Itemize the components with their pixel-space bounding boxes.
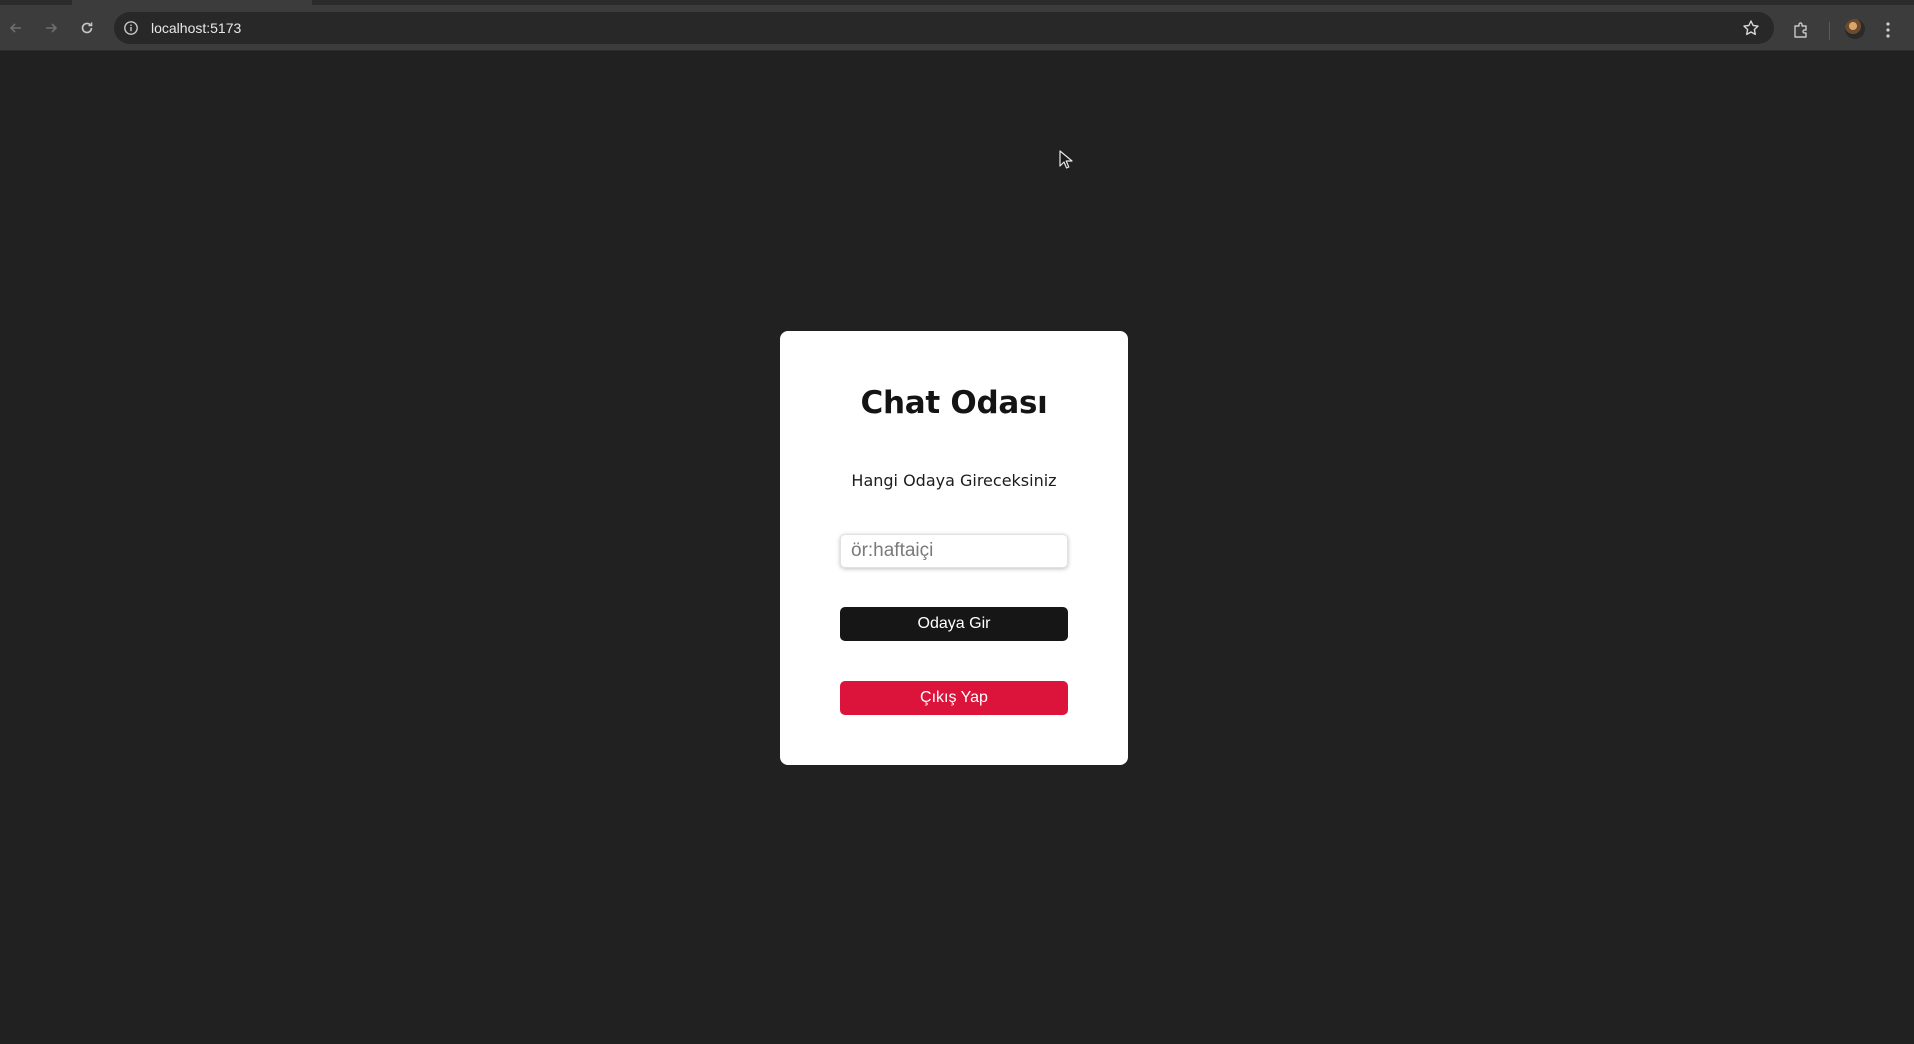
info-icon[interactable]	[123, 20, 139, 36]
url-text[interactable]: localhost:5173	[151, 19, 241, 37]
room-name-input[interactable]	[840, 534, 1068, 568]
puzzle-icon[interactable]	[1792, 21, 1810, 39]
page-title: Chat Odası	[860, 385, 1048, 421]
enter-room-button[interactable]: Odaya Gir	[840, 607, 1068, 641]
star-icon[interactable]	[1742, 19, 1760, 37]
toolbar-separator	[1829, 22, 1830, 40]
address-bar[interactable]: localhost:5173	[114, 12, 1774, 44]
avatar[interactable]	[1845, 19, 1865, 39]
browser-toolbar: localhost:5173	[0, 5, 1914, 51]
back-arrow-icon[interactable]	[5, 17, 27, 39]
room-prompt-label: Hangi Odaya Gireceksiniz	[851, 471, 1057, 490]
mouse-cursor-icon	[1059, 150, 1073, 169]
reload-icon[interactable]	[76, 17, 98, 39]
forward-arrow-icon[interactable]	[40, 17, 62, 39]
logout-button[interactable]: Çıkış Yap	[840, 681, 1068, 715]
room-entry-card: Chat Odası Hangi Odaya Gireceksiniz Oday…	[780, 331, 1128, 765]
kebab-menu-icon[interactable]	[1885, 21, 1891, 39]
